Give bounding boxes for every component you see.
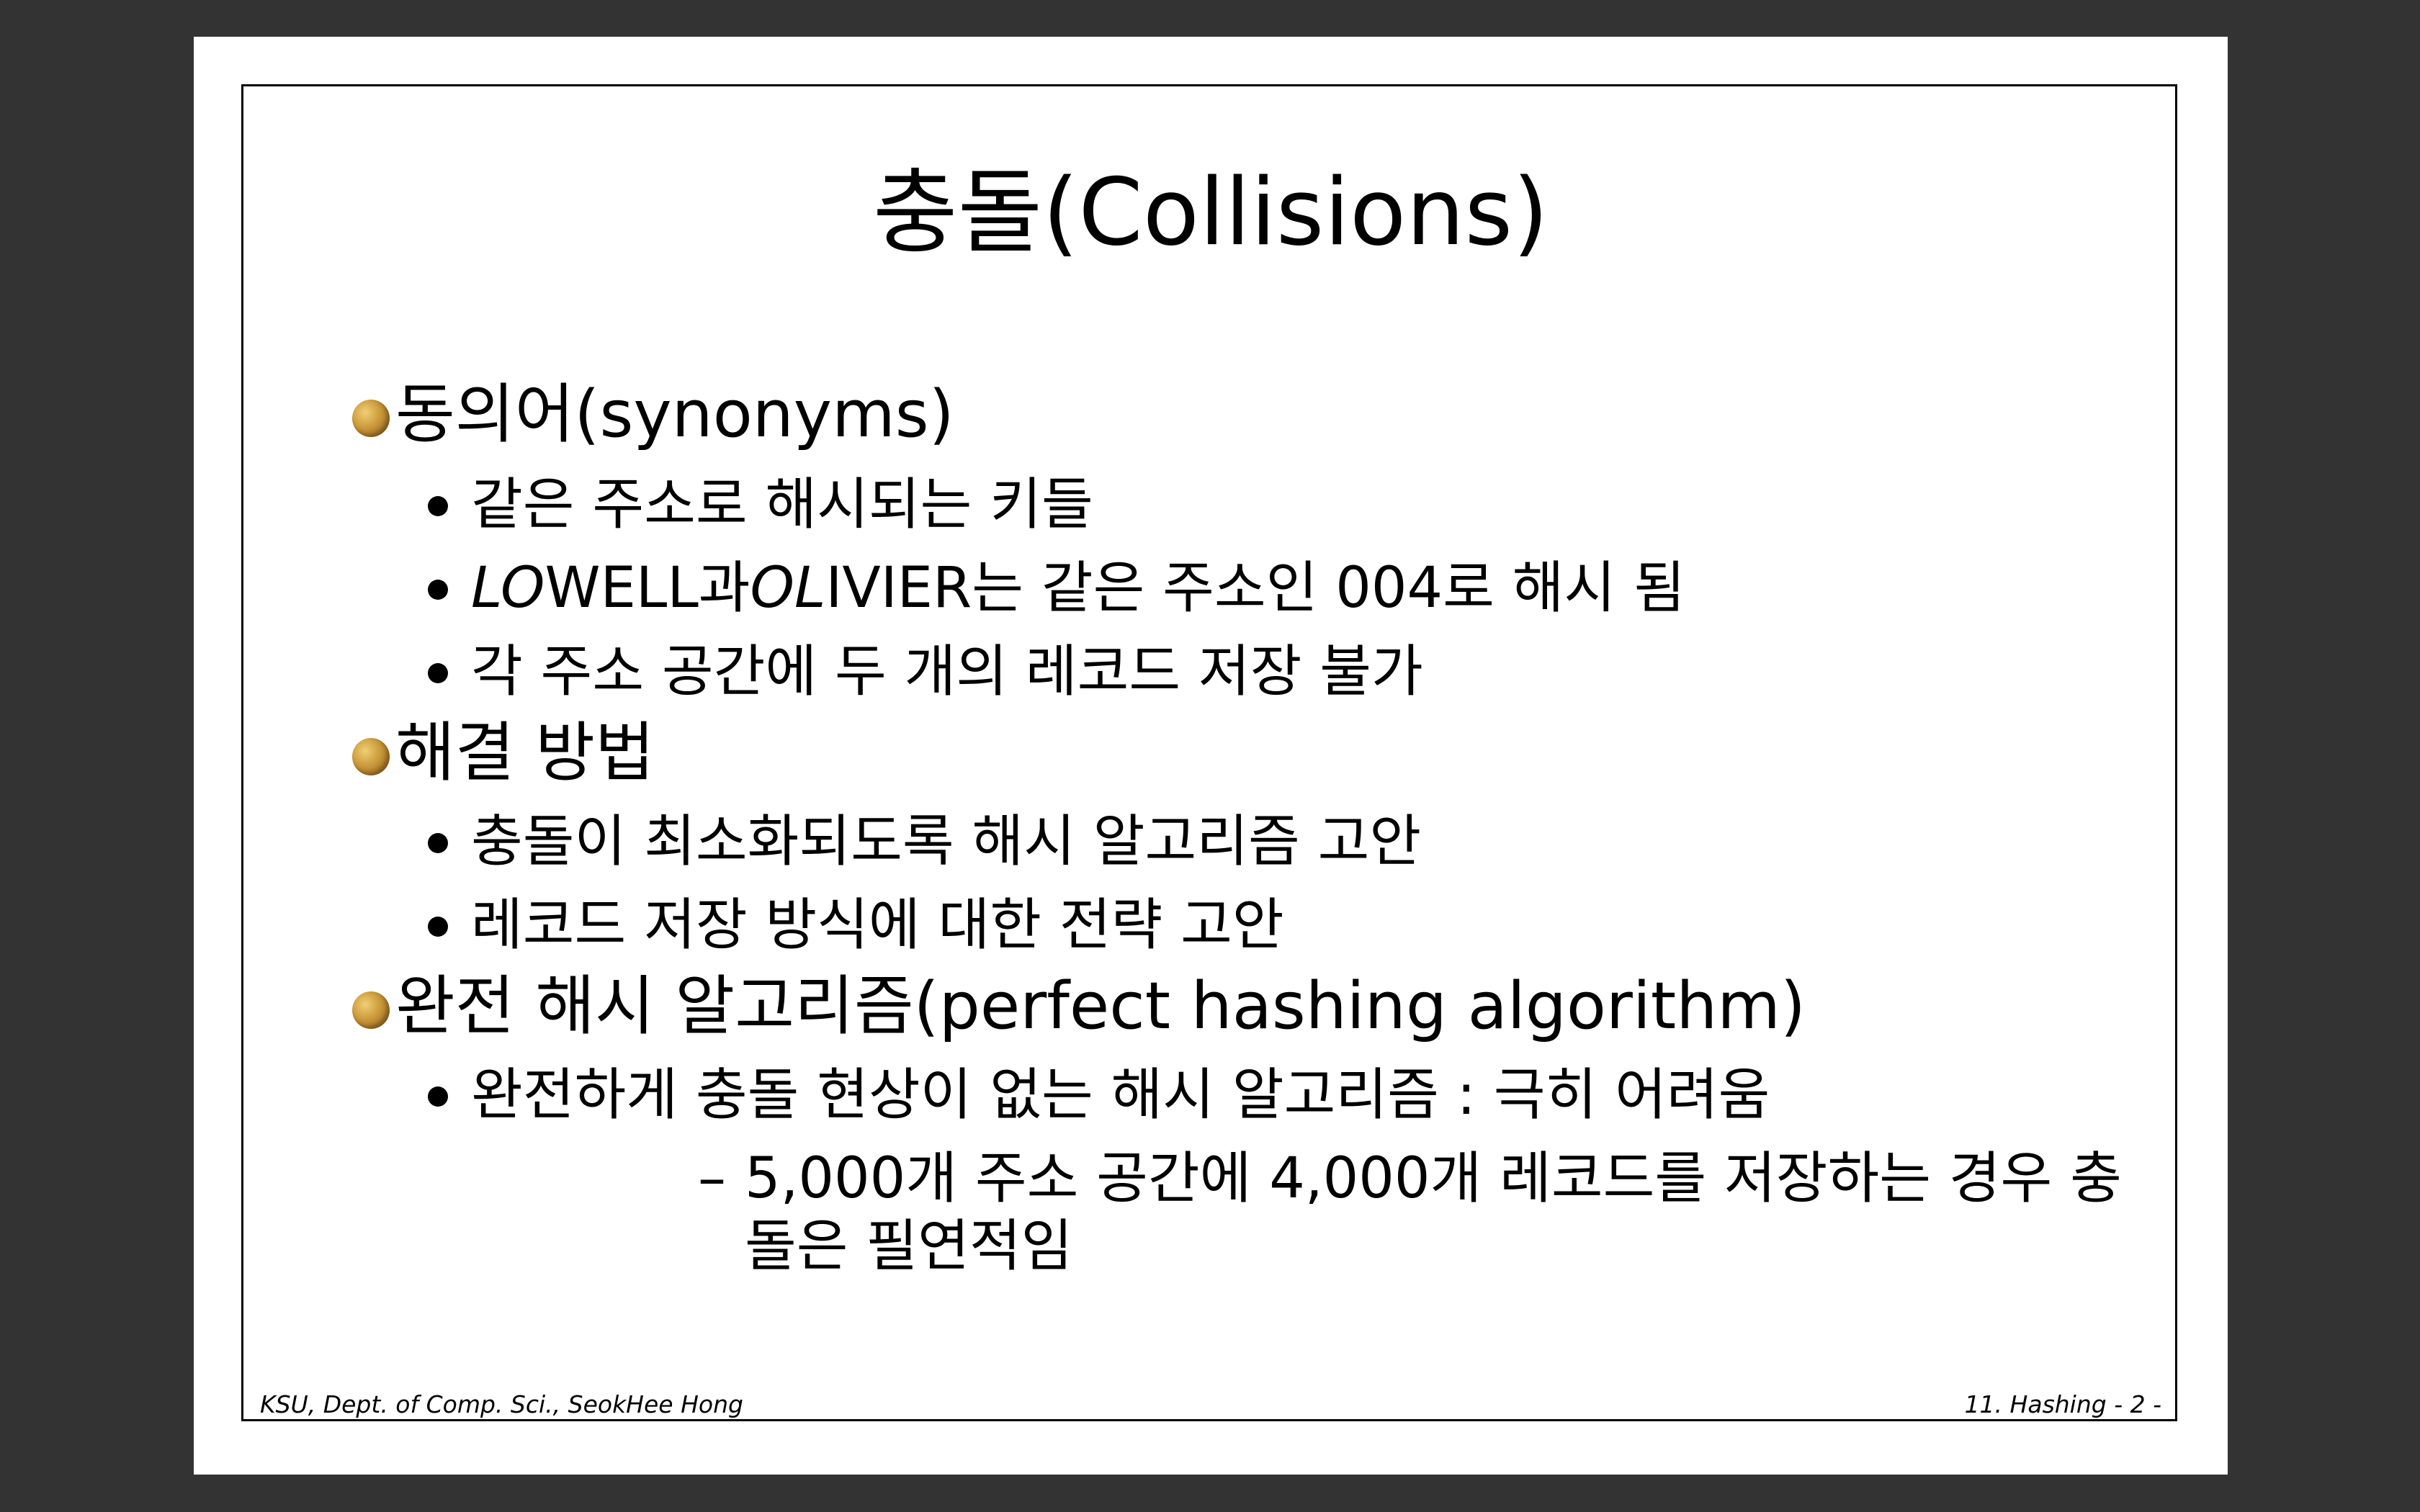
bullet-synonyms: 동의어(synonyms) [352,375,954,454]
heading-solutions: 해결 방법 [395,715,655,791]
slide: 충돌(Collisions) 동의어(synonyms) 같은 주소로 해시되는… [194,37,2228,1475]
sub-list-item-continuation: 돌은 필연적임 [745,1214,1073,1279]
list-item: LOWELL과OLIVIER는 같은 주소인 004로 해시 됨 [428,552,1685,624]
dot-bullet-icon [428,833,448,853]
sub-list-item: – 5,000개 주소 공간에 4,000개 레코드를 저장하는 경우 충 [698,1143,2122,1215]
gold-bullet-icon [352,400,390,437]
dot-bullet-icon [428,496,448,516]
bullet-solutions: 해결 방법 [352,714,655,793]
footer-credit: KSU, Dept. of Comp. Sci., SeokHee Hong [260,1390,743,1418]
gold-bullet-icon [352,991,390,1029]
list-item: 같은 주소로 해시되는 키들 [428,469,1093,541]
list-item: 레코드 저장 방식에 대한 전략 고안 [428,889,1284,961]
footer-page-number: 11. Hashing - 2 - [1964,1390,2161,1418]
heading-synonyms: 동의어(synonyms) [395,377,954,452]
list-item: 각 주소 공간에 두 개의 레코드 저장 불가 [428,636,1423,708]
dot-bullet-icon [428,580,448,600]
dot-bullet-icon [428,917,448,937]
list-item: 완전하게 충돌 현상이 없는 해시 알고리즘 : 극히 어려움 [428,1059,1770,1131]
dot-bullet-icon [428,663,448,683]
bullet-perfect-hashing: 완전 해시 알고리즘(perfect hashing algorithm) [352,967,1806,1046]
heading-perfect-hashing: 완전 해시 알고리즘(perfect hashing algorithm) [395,968,1806,1044]
gold-bullet-icon [352,738,390,775]
dash-bullet-icon: – [698,1146,726,1211]
list-item: 충돌이 최소화되도록 해시 알고리즘 고안 [428,806,1421,878]
dot-bullet-icon [428,1086,448,1107]
slide-title: 충돌(Collisions) [872,159,1549,266]
